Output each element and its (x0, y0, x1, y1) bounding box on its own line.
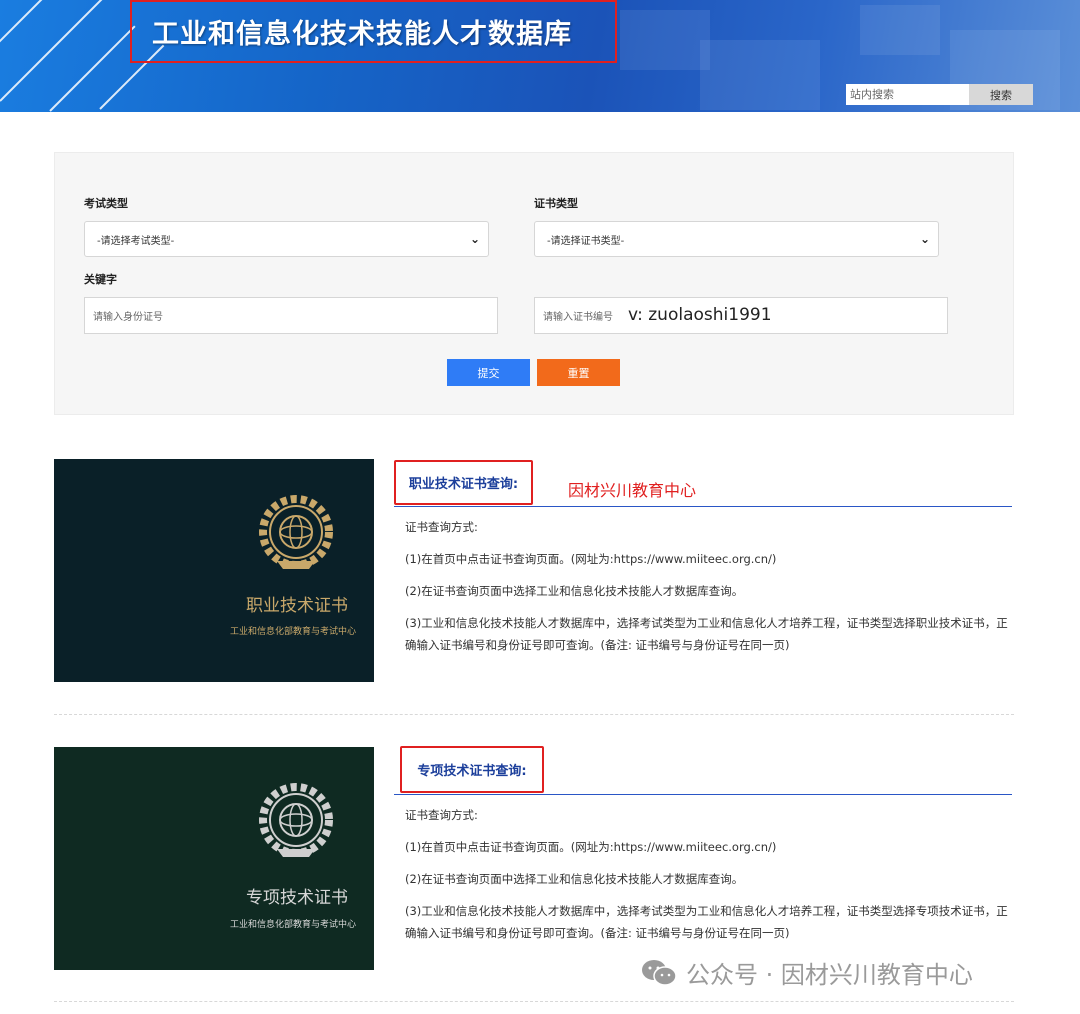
site-title: 工业和信息化技术技能人才数据库 (152, 19, 572, 50)
chevron-down-icon: ⌄ (919, 232, 930, 246)
exam-type-value: -请选择考试类型- (97, 235, 175, 247)
banner-streak (0, 0, 107, 102)
query-step-1: (1)在首页中点击证书查询页面。(网址为:https://www.miiteec… (405, 552, 777, 566)
submit-button[interactable]: 提交 (447, 359, 530, 386)
site-title-box: 工业和信息化技术技能人才数据库 (130, 0, 617, 63)
exam-type-select[interactable]: -请选择考试类型- ⌄ (84, 221, 489, 257)
keyword-label: 关键字 (84, 273, 117, 286)
query-step-3: (3)工业和信息化技术技能人才数据库中，选择考试类型为工业和信息化人才培养工程，… (405, 904, 1008, 940)
site-search-input[interactable] (846, 84, 969, 105)
cert-type-label: 证书类型 (534, 197, 578, 210)
section-divider (54, 714, 1014, 715)
reset-button[interactable]: 重置 (537, 359, 620, 386)
query-panel: 考试类型 -请选择考试类型- ⌄ 证书类型 -请选择证书类型- ⌄ 关键字 请输… (54, 152, 1014, 415)
id-number-input[interactable]: 请输入身份证号 (84, 297, 498, 334)
query-intro: 证书查询方式: (405, 520, 478, 534)
cert-image-subtitle: 工业和信息化部教育与考试中心 (229, 627, 356, 637)
banner-block (860, 5, 940, 55)
cert-image-subtitle: 工业和信息化部教育与考试中心 (229, 920, 356, 930)
site-search-button[interactable]: 搜索 (969, 84, 1033, 105)
query-step-2: (2)在证书查询页面中选择工业和信息化技术技能人才数据库查询。 (405, 872, 744, 886)
special-heading[interactable]: 专项技术证书查询: (417, 760, 526, 779)
vocational-heading-box: 职业技术证书查询: (394, 460, 533, 505)
banner-block (700, 40, 820, 110)
promo-text: 因材兴川教育中心 (568, 481, 697, 500)
vocational-cert-image: 职业技术证书 工业和信息化部教育与考试中心 (54, 459, 374, 682)
query-step-1: (1)在首页中点击证书查询页面。(网址为:https://www.miiteec… (405, 840, 777, 854)
site-search: 搜索 (846, 84, 1033, 105)
wechat-watermark: 公众号 · 因材兴川教育中心 (640, 955, 973, 990)
gear-emblem-icon (259, 783, 333, 857)
query-step-3: (3)工业和信息化技术技能人才数据库中，选择考试类型为工业和信息化人才培养工程，… (405, 616, 1008, 652)
query-intro: 证书查询方式: (405, 808, 478, 822)
cert-type-select[interactable]: -请选择证书类型- ⌄ (534, 221, 939, 257)
banner-block (620, 10, 710, 70)
watermark-text: 公众号 · 因材兴川教育中心 (686, 961, 973, 989)
query-step-2: (2)在证书查询页面中选择工业和信息化技术技能人才数据库查询。 (405, 584, 744, 598)
wechat-icon (642, 959, 677, 986)
cert-number-placeholder: 请输入证书编号 (543, 312, 613, 323)
id-number-placeholder: 请输入身份证号 (93, 312, 163, 323)
section-underline (394, 506, 1012, 507)
vocational-heading[interactable]: 职业技术证书查询: (409, 473, 518, 492)
cert-image-title: 职业技术证书 (246, 596, 348, 616)
special-cert-image: 专项技术证书 工业和信息化部教育与考试中心 (54, 747, 374, 970)
section-underline (394, 794, 1012, 795)
chevron-down-icon: ⌄ (469, 232, 480, 246)
gear-emblem-icon (259, 495, 333, 569)
header-banner: 工业和信息化技术技能人才数据库 搜索 (0, 0, 1080, 112)
exam-type-label: 考试类型 (84, 197, 128, 210)
cert-image-title: 专项技术证书 (246, 888, 348, 908)
cert-type-value: -请选择证书类型- (547, 235, 625, 247)
section-divider (54, 1001, 1014, 1002)
banner-streak (0, 0, 52, 62)
contact-watermark: v: zuolaoshi1991 (628, 305, 772, 325)
special-heading-box: 专项技术证书查询: (400, 746, 544, 793)
